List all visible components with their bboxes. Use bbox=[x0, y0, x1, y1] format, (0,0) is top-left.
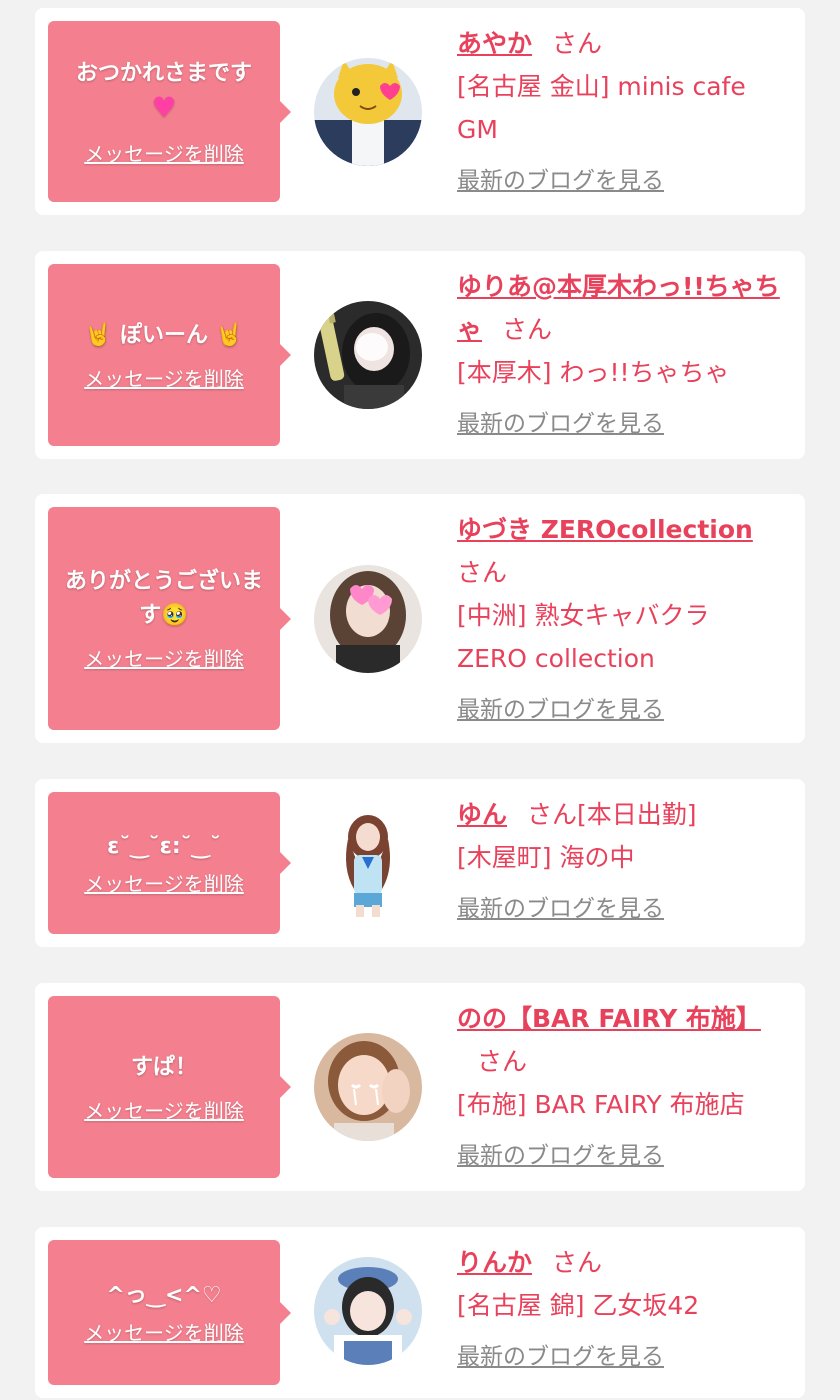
message-card: おつかれさまです ♥ メッセージを削除 あやか さん [名古屋 金山] minis … bbox=[35, 8, 805, 215]
shop-info: [本厚木] わっ!!ちゃちゃ bbox=[457, 358, 730, 387]
cast-name-line: のの【BAR FAIRY 布施】さん bbox=[457, 997, 785, 1083]
rock-hand-icon: 🤘 bbox=[215, 322, 244, 348]
avatar[interactable] bbox=[314, 809, 422, 917]
honorific: さん bbox=[527, 800, 578, 829]
avatar[interactable] bbox=[314, 1257, 422, 1365]
message-card: ε˘‿˘ε:˘‿˘ メッセージを削除 ゆん さん[本日出勤] [木屋町] 海の中 … bbox=[35, 779, 805, 947]
message-bubble: すぱ！ メッセージを削除 bbox=[48, 996, 291, 1178]
delete-message-link[interactable]: メッセージを削除 bbox=[84, 138, 244, 167]
cast-info: ゆりあ@本厚木わっ!!ちゃちゃ さん [本厚木] わっ!!ちゃちゃ 最新のブログを… bbox=[457, 265, 785, 438]
message-card: 🤘 ぽいーん 🤘 メッセージを削除 ゆりあ@本厚木わっ!!ちゃちゃ さん [本厚木… bbox=[35, 251, 805, 459]
cast-info: のの【BAR FAIRY 布施】さん [布施] BAR FAIRY 布施店 最新… bbox=[457, 997, 785, 1170]
message-text: ε˘‿˘ε:˘‿˘ bbox=[107, 833, 221, 859]
avatar-photo-icon bbox=[314, 809, 422, 917]
cast-info: ゆん さん[本日出勤] [木屋町] 海の中 最新のブログを見る bbox=[457, 793, 785, 923]
message-bubble: ^っ‿<^♡ メッセージを削除 bbox=[48, 1240, 291, 1385]
avatar-photo-icon bbox=[314, 1257, 422, 1365]
delete-message-link[interactable]: メッセージを削除 bbox=[84, 643, 244, 672]
message-text: すぱ！ bbox=[130, 1054, 197, 1080]
delete-message-link[interactable]: メッセージを削除 bbox=[84, 363, 244, 392]
message-text: 🤘 ぽいーん 🤘 bbox=[85, 319, 243, 353]
avatar[interactable] bbox=[314, 301, 422, 409]
latest-blog-link[interactable]: 最新のブログを見る bbox=[457, 161, 664, 195]
message-card: ありがとうございます🥹 メッセージを削除 ゆづき ZEROcollection さ… bbox=[35, 494, 805, 743]
status-label: [本日出勤] bbox=[577, 800, 697, 829]
cast-info: りんか さん [名古屋 錦] 乙女坂42 最新のブログを見る bbox=[457, 1241, 785, 1371]
honorific: さん bbox=[457, 558, 508, 587]
shop-info: [木屋町] 海の中 bbox=[457, 843, 635, 872]
honorific: さん bbox=[552, 29, 603, 58]
avatar-photo-icon bbox=[314, 58, 422, 166]
message-card: すぱ！ メッセージを削除 のの【BAR FAIRY 布施】さん [布施] BAR… bbox=[35, 983, 805, 1191]
avatar[interactable] bbox=[314, 1033, 422, 1141]
message-bubble: 🤘 ぽいーん 🤘 メッセージを削除 bbox=[48, 264, 291, 446]
latest-blog-link[interactable]: 最新のブログを見る bbox=[457, 889, 664, 923]
latest-blog-link[interactable]: 最新のブログを見る bbox=[457, 1337, 664, 1371]
honorific: さん bbox=[477, 1047, 528, 1076]
honorific: さん bbox=[502, 315, 553, 344]
cast-info: あやか さん [名古屋 金山] minis cafe GM 最新のブログを見る bbox=[457, 22, 785, 195]
honorific: さん bbox=[552, 1248, 603, 1277]
cast-name-link[interactable]: ゆづき ZEROcollection bbox=[457, 515, 753, 544]
cast-name-link[interactable]: あやか bbox=[457, 29, 532, 58]
message-card: ^っ‿<^♡ メッセージを削除 りんか さん [名古屋 錦] 乙女坂42 最新のブ… bbox=[35, 1227, 805, 1398]
delete-message-link[interactable]: メッセージを削除 bbox=[84, 868, 244, 897]
avatar-photo-icon bbox=[314, 565, 422, 673]
shop-info: [名古屋 錦] 乙女坂42 bbox=[457, 1291, 700, 1320]
shop-info: [中洲] 熟女キャバクラ ZERO collection bbox=[457, 601, 710, 673]
cast-name-link[interactable]: りんか bbox=[457, 1248, 532, 1277]
cast-name-line: ゆん さん[本日出勤] bbox=[457, 793, 785, 836]
message-text: ^っ‿<^♡ bbox=[106, 1283, 222, 1308]
latest-blog-link[interactable]: 最新のブログを見る bbox=[457, 404, 664, 438]
latest-blog-link[interactable]: 最新のブログを見る bbox=[457, 690, 664, 724]
avatar[interactable] bbox=[314, 58, 422, 166]
avatar-photo-icon bbox=[314, 301, 422, 409]
cast-name-line: ゆづき ZEROcollection さん bbox=[457, 508, 785, 594]
message-bubble: おつかれさまです ♥ メッセージを削除 bbox=[48, 21, 291, 202]
delete-message-link[interactable]: メッセージを削除 bbox=[84, 1317, 244, 1346]
cast-info: ゆづき ZEROcollection さん [中洲] 熟女キャバクラ ZERO c… bbox=[457, 508, 785, 724]
message-bubble: ε˘‿˘ε:˘‿˘ メッセージを削除 bbox=[48, 792, 291, 934]
rock-hand-icon: 🤘 bbox=[84, 322, 113, 348]
message-text: おつかれさまです ♥ bbox=[75, 60, 252, 124]
cast-name-link[interactable]: ゆん bbox=[457, 800, 507, 829]
cast-name-line: あやか さん bbox=[457, 22, 785, 65]
message-bubble: ありがとうございます🥹 メッセージを削除 bbox=[48, 507, 291, 730]
avatar-photo-icon bbox=[314, 1033, 422, 1141]
latest-blog-link[interactable]: 最新のブログを見る bbox=[457, 1136, 664, 1170]
avatar[interactable] bbox=[314, 565, 422, 673]
shop-info: [布施] BAR FAIRY 布施店 bbox=[457, 1090, 745, 1119]
pleading-face-emoji-icon: 🥹 bbox=[161, 603, 189, 628]
delete-message-link[interactable]: メッセージを削除 bbox=[84, 1095, 244, 1124]
cast-name-link[interactable]: のの【BAR FAIRY 布施】 bbox=[457, 1004, 761, 1033]
heart-emoji-icon: ♥ bbox=[151, 90, 177, 124]
message-text: ありがとうございます🥹 bbox=[64, 569, 263, 628]
shop-info: [名古屋 金山] minis cafe GM bbox=[457, 72, 746, 144]
cast-name-line: ゆりあ@本厚木わっ!!ちゃちゃ さん bbox=[457, 265, 785, 351]
cast-name-line: りんか さん bbox=[457, 1241, 785, 1284]
